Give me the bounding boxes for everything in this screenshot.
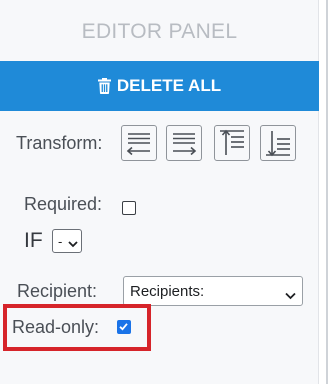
delete-all-button[interactable]: DELETE ALL	[0, 61, 319, 111]
align-top-button[interactable]	[214, 125, 250, 161]
align-left-icon	[126, 133, 150, 156]
panel-divider[interactable]	[326, 0, 328, 384]
recipient-select-value: Recipients:	[130, 282, 205, 300]
align-left-button[interactable]	[121, 125, 157, 161]
align-bottom-icon	[266, 131, 290, 157]
trash-icon	[97, 78, 111, 94]
align-right-button[interactable]	[166, 125, 202, 161]
align-right-icon	[173, 133, 197, 156]
chevron-down-icon	[68, 236, 78, 251]
panel-title: EDITOR PANEL	[81, 20, 238, 43]
readonly-label: Read-only:	[12, 317, 100, 337]
align-bottom-button[interactable]	[260, 125, 296, 161]
transform-label: Transform:	[16, 133, 103, 153]
if-select-value: -	[58, 233, 63, 249]
align-top-icon	[220, 129, 244, 155]
recipient-select[interactable]: Recipients:	[123, 276, 303, 306]
chevron-down-icon	[285, 287, 296, 304]
required-checkbox[interactable]	[122, 201, 136, 215]
editor-panel: EDITOR PANEL DELETE ALL Transform: Requi…	[0, 0, 319, 384]
required-label: Required:	[24, 194, 103, 214]
checkmark-icon	[119, 323, 128, 331]
readonly-checkbox[interactable]	[117, 320, 131, 334]
recipient-label: Recipient:	[17, 281, 98, 301]
if-select[interactable]: -	[52, 229, 82, 253]
if-label: IF	[24, 229, 43, 252]
delete-all-label: DELETE ALL	[116, 76, 222, 95]
